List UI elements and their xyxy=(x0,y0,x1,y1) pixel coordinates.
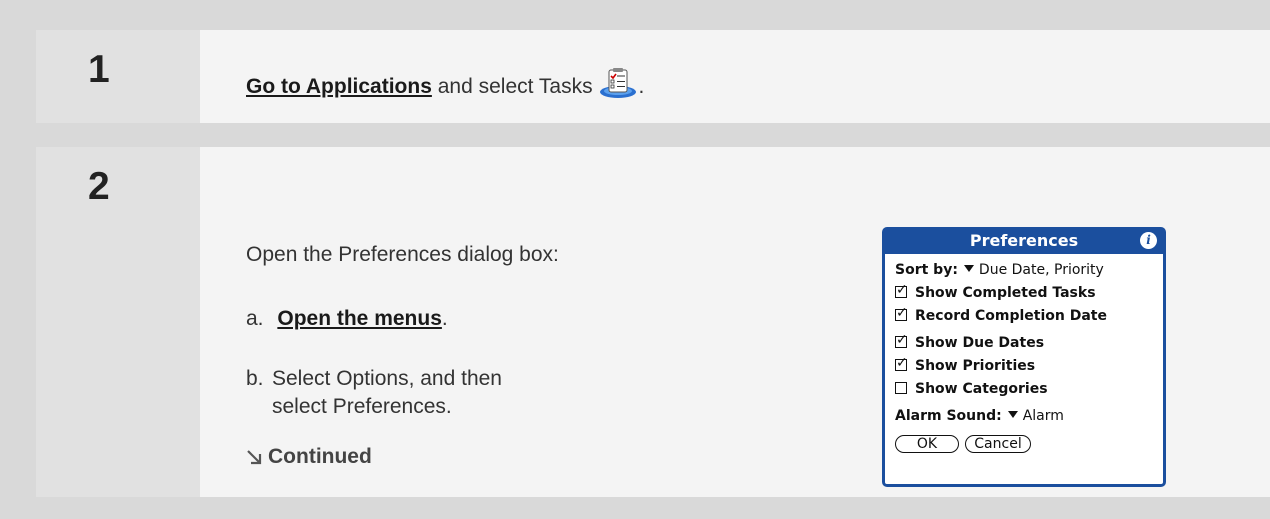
checkbox-label: Show Categories xyxy=(915,381,1048,397)
tasks-app-icon xyxy=(598,67,638,98)
step-1-content: Go to Applications and select Tasks . xyxy=(200,30,1270,123)
info-icon[interactable]: i xyxy=(1140,232,1157,249)
alarm-sound-value[interactable]: Alarm xyxy=(1023,408,1064,424)
preferences-dialog: Preferences i Sort by: Due Date, Priority… xyxy=(882,227,1166,487)
checkbox-row[interactable]: Show Priorities xyxy=(895,355,1036,374)
cancel-button[interactable]: Cancel xyxy=(965,435,1031,453)
step-2b-line2: select Preferences. xyxy=(272,395,452,418)
sort-by-label: Sort by: xyxy=(895,262,958,278)
open-the-menus-link[interactable]: Open the menus xyxy=(277,307,442,330)
step-1-body: and select Tasks xyxy=(431,75,599,98)
checkbox-row[interactable]: Show Categories xyxy=(895,381,1048,397)
continued-arrow-icon xyxy=(246,447,262,465)
step-2b-line1: Select Options, and then xyxy=(272,367,502,390)
step-number: 1 xyxy=(88,48,110,91)
step-2-row: 2 Open the Preferences dialog box: a. Op… xyxy=(36,147,1270,497)
step-number: 2 xyxy=(88,165,110,208)
sort-by-value[interactable]: Due Date, Priority xyxy=(979,262,1104,278)
checkbox-label: Show Due Dates xyxy=(915,335,1045,351)
ok-button[interactable]: OK xyxy=(895,435,959,453)
checkbox-checked-icon[interactable] xyxy=(895,305,908,321)
checkbox-unchecked-icon[interactable] xyxy=(895,382,907,394)
step-2-intro: Open the Preferences dialog box: xyxy=(246,243,559,266)
checkbox-row[interactable]: Show Due Dates xyxy=(895,332,1045,351)
step-1-period: . xyxy=(638,75,645,98)
dropdown-triangle-icon xyxy=(963,265,974,272)
sort-by-row: Sort by: Due Date, Priority xyxy=(895,262,1104,278)
step-2b-prefix: b. xyxy=(246,367,264,390)
step-2-content: Open the Preferences dialog box: a. Open… xyxy=(200,147,1270,497)
dropdown-triangle-icon xyxy=(1007,411,1018,418)
checkbox-label: Record Completion Date xyxy=(915,308,1107,324)
dialog-title: Preferences xyxy=(969,231,1079,250)
alarm-sound-label: Alarm Sound: xyxy=(895,408,1002,424)
alarm-sound-row: Alarm Sound: Alarm xyxy=(895,408,1064,424)
step-1-text: Go to Applications and select Tasks . xyxy=(246,67,644,99)
step-number-cell: 1 xyxy=(36,30,200,123)
step-2a: a. Open the menus. xyxy=(246,307,448,331)
checkbox-row[interactable]: Show Completed Tasks xyxy=(895,282,1096,301)
checkbox-row[interactable]: Record Completion Date xyxy=(895,305,1107,324)
go-to-applications-link[interactable]: Go to Applications xyxy=(246,75,432,98)
checkbox-checked-icon[interactable] xyxy=(895,355,908,371)
checkbox-checked-icon[interactable] xyxy=(895,332,908,348)
step-2a-prefix: a. xyxy=(246,307,264,330)
step-number-cell: 2 xyxy=(36,147,200,497)
dialog-title-bar: Preferences i xyxy=(885,230,1163,254)
step-2a-suffix: . xyxy=(441,307,448,330)
step-1-row: 1 Go to Applications and select Tasks . xyxy=(36,30,1270,123)
checkbox-label: Show Completed Tasks xyxy=(915,285,1096,301)
checkbox-checked-icon[interactable] xyxy=(895,282,908,298)
checkbox-label: Show Priorities xyxy=(915,358,1036,374)
continued-label: Continued xyxy=(268,445,372,468)
continued-link[interactable]: Continued xyxy=(246,445,372,469)
